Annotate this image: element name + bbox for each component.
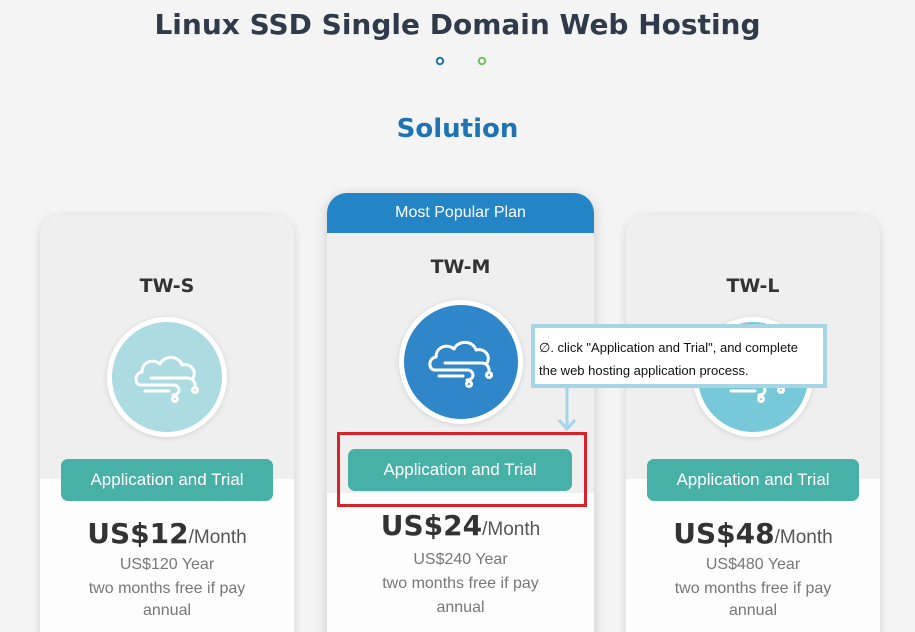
price-period: /Month — [188, 527, 247, 548]
yearly-price: US$240 Year — [413, 551, 508, 568]
cloud-icon — [399, 300, 523, 424]
promo-text: two months free if pay — [382, 575, 539, 592]
price: US$12/Month — [40, 517, 294, 550]
plan-card-tw-s: TW-S Application and Trial US$12/Month U… — [40, 215, 294, 632]
title-divider — [435, 56, 487, 66]
yearly-price: US$120 Year — [119, 556, 215, 573]
promo-text: two months free if pay — [674, 580, 832, 597]
price: US$48/Month — [626, 517, 880, 550]
yearly-price: US$480 Year — [705, 556, 801, 573]
plan-card-tw-m: Most Popular Plan TW-M Application and T… — [327, 193, 594, 632]
promo-text-2: annual — [436, 599, 485, 616]
price-amount: US$48 — [673, 517, 775, 550]
price-period: /Month — [774, 527, 833, 548]
section-title: Solution — [396, 114, 519, 144]
plan-card-tw-l: TW-L Application and Trial US$48/Month U… — [626, 215, 880, 632]
plan-name: TW-L — [726, 275, 780, 297]
plan-name: TW-M — [430, 256, 491, 278]
most-popular-badge: Most Popular Plan — [327, 193, 594, 233]
promo-text-2: annual — [142, 602, 192, 619]
application-trial-button[interactable]: Application and Trial — [647, 459, 859, 501]
price: US$24/Month — [327, 509, 594, 542]
price-amount: US$12 — [87, 517, 189, 550]
cloud-icon — [107, 317, 227, 437]
instruction-callout: ∅. click "Application and Trial", and co… — [531, 324, 827, 388]
callout-line-2: the web hosting application process. — [539, 363, 749, 378]
page-title: Linux SSD Single Domain Web Hosting — [154, 8, 761, 41]
plan-name: TW-S — [139, 275, 195, 297]
promo-text: two months free if pay — [88, 580, 246, 597]
price-period: /Month — [482, 519, 541, 540]
application-trial-button[interactable]: Application and Trial — [61, 459, 273, 501]
callout-line-1: ∅. click "Application and Trial", and co… — [539, 340, 799, 355]
arrow-down-icon — [557, 388, 577, 432]
highlight-box — [337, 432, 587, 507]
promo-text-2: annual — [728, 602, 778, 619]
price-amount: US$24 — [380, 509, 483, 542]
